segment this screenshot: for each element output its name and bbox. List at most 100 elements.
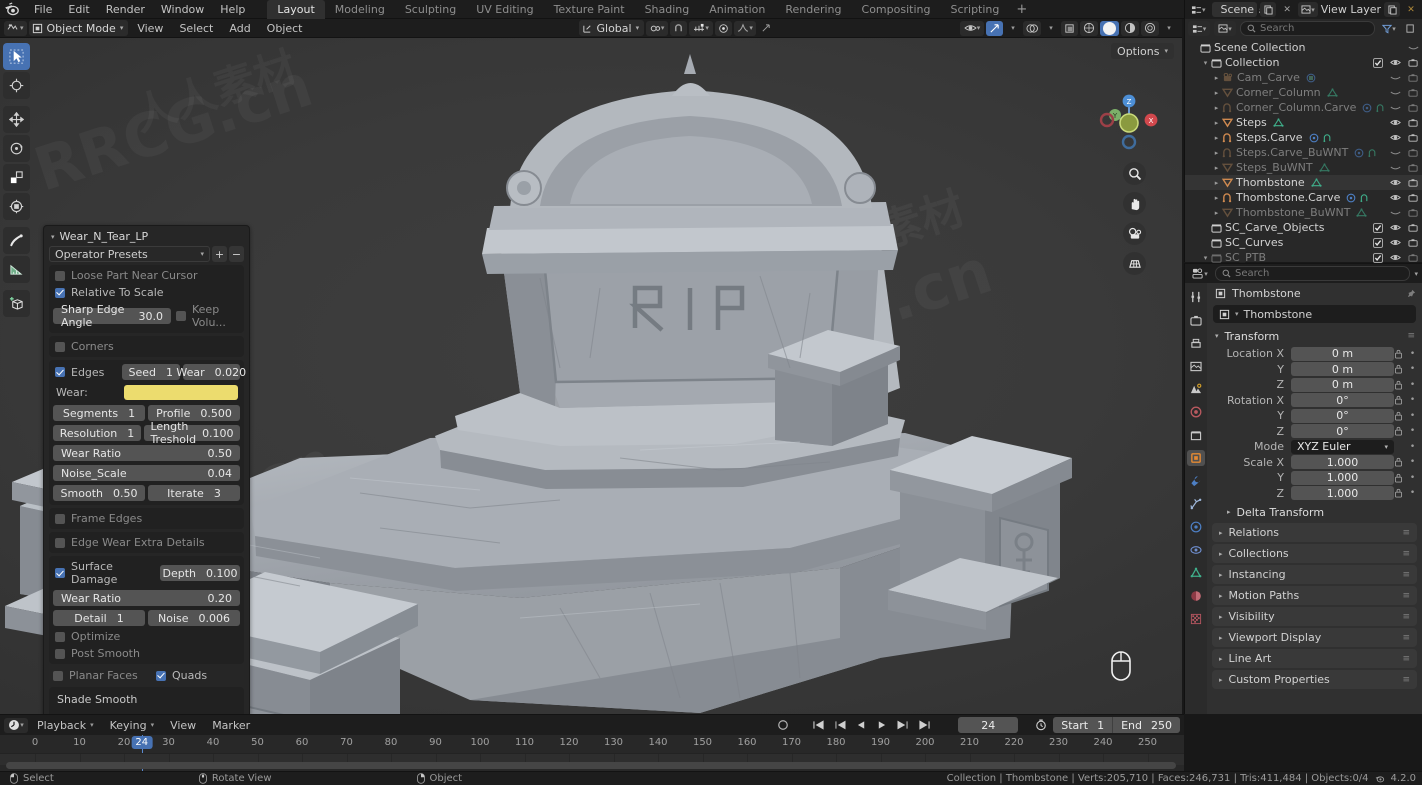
shading-wireframe[interactable]	[1080, 20, 1098, 36]
wear-ratio-top-field[interactable]: Wear Ratio 0.50	[53, 445, 240, 461]
scene-tab[interactable]	[1187, 381, 1205, 397]
render-visibility-toggle[interactable]	[1408, 208, 1419, 218]
viewport-extra-icon[interactable]	[758, 21, 774, 36]
lock-toggle[interactable]	[1394, 426, 1407, 436]
render-visibility-toggle[interactable]	[1408, 178, 1419, 188]
outliner-item-datablocks[interactable]	[1362, 103, 1386, 113]
jump-end-button[interactable]	[915, 718, 934, 733]
tweak-tool[interactable]	[3, 43, 30, 70]
outliner-row-controls[interactable]	[1390, 133, 1419, 143]
outliner-item-datablocks[interactable]	[1309, 133, 1333, 143]
surface-damage-checkbox[interactable]	[55, 568, 65, 578]
visibility-toggle[interactable]	[1390, 58, 1401, 67]
outliner-row[interactable]: ▸ Cam_Carve	[1185, 70, 1422, 85]
animate-dot[interactable]: •	[1407, 442, 1418, 452]
end-frame-field[interactable]: End 250	[1113, 717, 1180, 733]
closed-panel-header[interactable]: ▸ Viewport Display ≡	[1212, 628, 1417, 647]
move-tool[interactable]	[3, 106, 30, 133]
disclosure-triangle[interactable]: ▾	[1200, 254, 1211, 262]
edge-surface-wear-row[interactable]: Edge & Surface Wear	[53, 713, 165, 714]
lock-toggle[interactable]	[1394, 364, 1407, 374]
object-data-tab[interactable]	[1187, 565, 1205, 581]
scale-tool[interactable]	[3, 164, 30, 191]
visibility-toggle[interactable]	[1390, 88, 1401, 97]
workspace-tab-layout[interactable]: Layout	[267, 0, 325, 19]
measure-tool[interactable]	[3, 256, 30, 283]
disclosure-triangle[interactable]: ▸	[1211, 179, 1222, 187]
visibility-toggle[interactable]	[1390, 208, 1401, 217]
prev-keyframe-button[interactable]	[831, 718, 850, 733]
frame-edges-row[interactable]: Frame Edges	[53, 512, 240, 525]
outliner-item-datablocks[interactable]	[1354, 148, 1378, 158]
optimize-row[interactable]: Optimize	[53, 630, 240, 643]
smooth-field[interactable]: Smooth 0.50	[53, 485, 145, 501]
jump-start-button[interactable]	[809, 718, 828, 733]
rotate-tool[interactable]	[3, 135, 30, 162]
seed-field[interactable]: Seed 1	[122, 364, 180, 380]
transform-orientation-selector[interactable]: Global ▾	[578, 20, 645, 36]
outliner-item-datablocks[interactable]	[1356, 207, 1368, 218]
sharp-edge-angle-field[interactable]: Sharp Edge Angle 30.0	[53, 303, 171, 329]
outliner-row-controls[interactable]	[1408, 43, 1419, 52]
object-id-block[interactable]: ▾ Thombstone	[1213, 305, 1416, 323]
render-visibility-toggle[interactable]	[1408, 253, 1419, 263]
constraints-tab[interactable]	[1187, 542, 1205, 558]
lock-toggle[interactable]	[1394, 411, 1407, 421]
closed-panel-header[interactable]: ▸ Visibility ≡	[1212, 607, 1417, 626]
pivot-point-button[interactable]: ▾	[646, 20, 669, 36]
timeline-menu-playback[interactable]: Playback ▾	[30, 719, 101, 732]
outliner-row-controls[interactable]	[1373, 222, 1419, 233]
outliner-row[interactable]: SC_Carve_Objects	[1185, 220, 1422, 235]
corner-wear-row[interactable]: Corner Wear	[168, 713, 240, 714]
outliner-row[interactable]: ▸ Steps_BuWNT	[1185, 160, 1422, 175]
blender-logo-icon[interactable]	[4, 2, 20, 16]
resolution-field[interactable]: Resolution 1	[53, 425, 141, 441]
outliner-item-datablocks[interactable]	[1311, 177, 1322, 188]
quads-row[interactable]: Quads	[154, 669, 207, 682]
optimize-checkbox[interactable]	[55, 631, 65, 642]
outliner-item-datablocks[interactable]	[1306, 73, 1316, 83]
depth-field[interactable]: Depth 0.100	[160, 565, 240, 581]
next-keyframe-button[interactable]	[893, 718, 912, 733]
preset-add-button[interactable]: +	[212, 246, 227, 262]
outliner-item-datablocks[interactable]	[1346, 193, 1370, 203]
visibility-toggle[interactable]	[1390, 163, 1401, 172]
snap-toggle-button[interactable]	[670, 20, 688, 36]
noise-scale-field[interactable]: Noise_Scale 0.04	[53, 465, 240, 481]
timeline-playhead-badge[interactable]: 24	[131, 736, 153, 749]
texture-t*ab[interactable]	[1187, 611, 1205, 627]
closed-panel-header[interactable]: ▸ Custom Properties ≡	[1212, 670, 1417, 689]
frame-edges-checkbox[interactable]	[55, 513, 65, 524]
post-smooth-row[interactable]: Post Smooth	[53, 647, 240, 660]
outliner-row[interactable]: ▸ Thombstone.Carve	[1185, 190, 1422, 205]
timeline-editor[interactable]: ▾ Playback ▾ Keying ▾ View Marker 24 Sta…	[0, 714, 1184, 772]
disclosure-triangle[interactable]: ▸	[1211, 119, 1222, 127]
preset-remove-button[interactable]: −	[229, 246, 244, 262]
editor-type-icon[interactable]: ▾	[4, 20, 27, 36]
timeline-menu-marker[interactable]: Marker	[205, 719, 257, 732]
timeline-menu-view[interactable]: View	[163, 719, 203, 732]
planar-faces-checkbox[interactable]	[53, 670, 63, 681]
property-value-field[interactable]: 1.000	[1291, 486, 1394, 500]
outliner-row-controls[interactable]	[1390, 193, 1419, 203]
closed-panel-header[interactable]: ▸ Motion Paths ≡	[1212, 586, 1417, 605]
render-visibility-toggle[interactable]	[1408, 238, 1419, 248]
visibility-toggle[interactable]	[1390, 73, 1401, 82]
surface-damage-toggle[interactable]: Surface Damage	[53, 560, 157, 586]
render-visibility-toggle[interactable]	[1408, 103, 1419, 113]
outliner-row-controls[interactable]	[1373, 237, 1419, 248]
viewport-options-button[interactable]: Options ▾	[1111, 43, 1174, 59]
outliner-row-controls[interactable]	[1390, 208, 1419, 218]
timeline-ruler[interactable]: 0 10 20 30 40 50 60 70 80 90 100 110 120 130 140 150 160…	[0, 735, 1184, 772]
outliner-row-controls[interactable]	[1373, 252, 1419, 263]
post-smooth-checkbox[interactable]	[55, 648, 65, 659]
property-value-field[interactable]: 0 m	[1291, 377, 1394, 392]
render-visibility-toggle[interactable]	[1408, 88, 1419, 98]
workspace-tab-animation[interactable]: Animation	[699, 0, 775, 19]
properties-tab-strip[interactable]	[1185, 283, 1207, 714]
mode-selector[interactable]: Object Mode ▾	[28, 20, 129, 36]
outliner-item-datablocks[interactable]	[1327, 87, 1338, 98]
disclosure-triangle[interactable]: ▸	[1211, 89, 1222, 97]
transform-tool[interactable]	[3, 193, 30, 220]
delta-transform-header[interactable]: ▸ Delta Transform	[1207, 503, 1422, 521]
